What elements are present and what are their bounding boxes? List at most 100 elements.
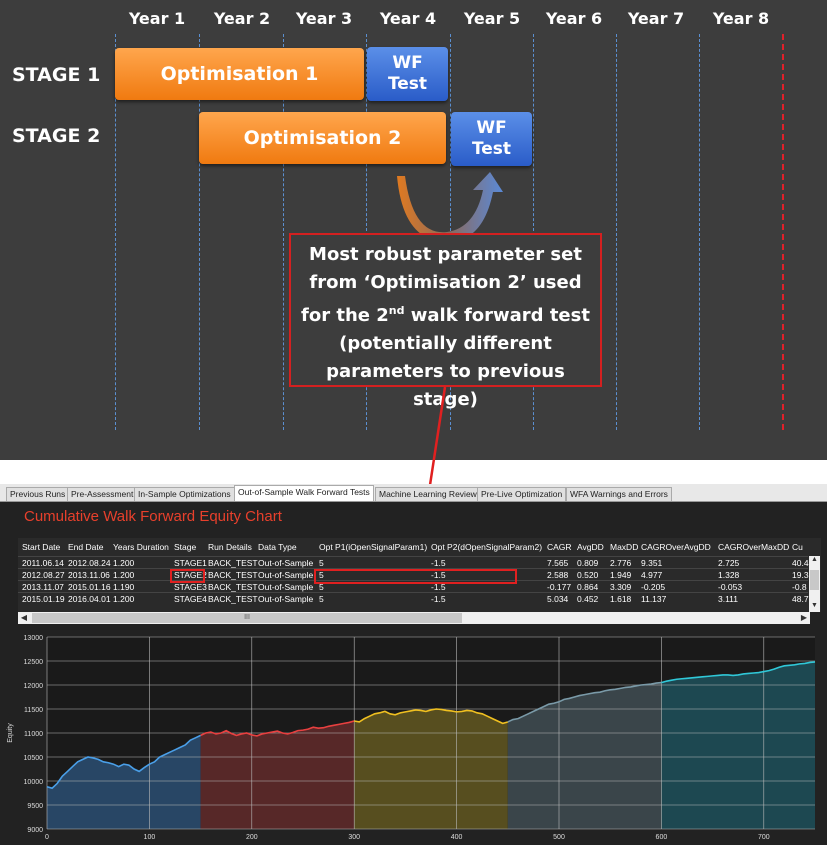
table-cell: BACK_TEST [208,582,258,592]
table-cell: 0.520 [577,570,599,580]
table-cell: 3.111 [718,594,739,604]
year-1-label: Year 1 [128,9,186,28]
x-tick-label: 700 [758,834,770,841]
year-6-label: Year 6 [545,9,603,28]
optimisation-2-label: Optimisation 2 [243,127,402,149]
y-tick-label: 9500 [27,803,43,810]
walk-forward-diagram: Year 1 Year 2 Year 3 Year 4 Year 5 Year … [0,0,827,460]
callout-line: for the 2nd walk forward test [301,304,590,326]
callout-line: from ‘Optimisation 2’ used [309,272,582,293]
table-cell: 2012.08.27 [22,570,65,580]
year-4-label: Year 4 [379,9,437,28]
stage-2-label: STAGE 2 [12,125,101,147]
table-cell: 7.565 [547,558,569,568]
table-cell: 2016.04.01 [68,594,111,604]
y-axis-label: Equity [7,723,14,743]
column-header[interactable]: AvgDD [577,542,604,552]
vscroll-thumb[interactable] [810,570,819,590]
wf-test-line2: Test [471,139,512,159]
x-tick-label: 100 [144,834,156,841]
table-cell: BACK_TEST [208,594,258,604]
column-header[interactable]: Run Details [208,542,252,552]
column-header[interactable]: Opt P2(dOpenSignalParam2) [431,542,542,552]
table-cell: 2015.01.16 [68,582,111,592]
y-tick-label: 10500 [24,755,44,762]
table-cell: 1.200 [113,570,135,580]
tab-previous-runs[interactable]: Previous Runs [6,487,70,501]
wf-test-1-box: WF Test [367,47,448,101]
column-header[interactable]: MaxDD [610,542,638,552]
curved-arrow-icon [397,172,503,238]
tab-in-sample-optimizations[interactable]: In-Sample Optimizations [134,487,235,501]
scroll-thumb[interactable]: III [32,613,462,623]
segment-fill [354,709,508,829]
callout-line: parameters to previous stage) [326,361,565,410]
vertical-scrollbar[interactable]: ▲ ▼ [809,556,820,612]
table-cell: 0.809 [577,558,599,568]
segment-fill [200,721,355,829]
tab-out-of-sample-walk-forward-tests[interactable]: Out-of-Sample Walk Forward Tests [234,485,374,501]
table-cell: 5 [319,558,324,568]
column-header[interactable]: Years Duration [113,542,169,552]
scroll-down-icon[interactable]: ▼ [809,602,820,612]
table-cell: -0.205 [641,582,666,592]
x-tick-label: 200 [246,834,258,841]
column-header[interactable]: Stage [174,542,196,552]
year-8-label: Year 8 [712,9,770,28]
table-cell: 5 [319,594,324,604]
tab-machine-learning-review[interactable]: Machine Learning Review [375,487,481,501]
table-cell: 1.949 [610,570,632,580]
table-cell: Out-of-Sample [258,570,314,580]
table-cell: 1.328 [718,570,740,580]
wf-test-line1: WF [392,53,423,73]
table-cell: -0.053 [718,582,743,592]
table-cell: 48.7 [792,594,809,604]
scroll-left-icon[interactable]: ◀ [18,612,30,624]
scroll-right-icon[interactable]: ▶ [798,612,810,624]
year-2-label: Year 2 [213,9,271,28]
column-header[interactable]: CAGR [547,542,572,552]
column-header[interactable]: Cu [792,542,803,552]
table-cell: 9.351 [641,558,663,568]
table-cell: 40.4 [792,558,809,568]
table-cell: 1.200 [113,594,135,604]
callout-line: (potentially different [339,333,552,354]
wf-test-2-label: WF Test [472,118,511,160]
table-cell: -1.5 [431,594,446,604]
y-tick-label: 12500 [24,659,44,666]
explanation-callout: Most robust parameter set from ‘Optimisa… [289,233,602,410]
table-cell: -0.8 [792,582,807,592]
table-cell: 0.452 [577,594,599,604]
column-header[interactable]: CAGROverAvgDD [641,542,711,552]
stage2-highlight [170,569,205,583]
column-header[interactable]: Start Date [22,542,60,552]
year-7-label: Year 7 [627,9,685,28]
y-tick-label: 12000 [24,683,44,690]
column-header[interactable]: Opt P1(iOpenSignalParam1) [319,542,427,552]
horizontal-scrollbar[interactable]: ◀ III ▶ [18,612,810,624]
tab-pre-assessment[interactable]: Pre-Assessment [67,487,138,501]
table-cell: 4.977 [641,570,663,580]
column-header[interactable]: Data Type [258,542,297,552]
year-divider [699,34,700,430]
equity-chart: 9000 9500 10000 10500 11000 11500 12000 12500 13… [0,626,827,845]
y-tick-label: 13000 [24,635,44,642]
tab-wfa-warnings-and-errors[interactable]: WFA Warnings and Errors [566,487,672,501]
scroll-up-icon[interactable]: ▲ [809,556,820,566]
wf-test-line1: WF [476,118,507,138]
table-cell: 2.588 [547,570,569,580]
table-cell: 0.864 [577,582,599,592]
x-tick-label: 600 [656,834,668,841]
column-header[interactable]: End Date [68,542,103,552]
end-divider [782,34,784,430]
table-cell: 2015.01.19 [22,594,65,604]
column-header[interactable]: CAGROverMaxDD [718,542,789,552]
table-cell: STAGE4 [174,594,207,604]
tab-pre-live-optimization[interactable]: Pre-Live Optimization [477,487,567,501]
table-cell: Out-of-Sample [258,594,314,604]
y-tick-label: 10000 [24,779,44,786]
table-cell: Out-of-Sample [258,558,314,568]
table-row[interactable]: 2015.01.19 2016.04.01 1.200 STAGE4 BACK_TEST… [18,592,809,605]
table-cell: 2.725 [718,558,740,568]
table-cell: STAGE3 [174,582,207,592]
